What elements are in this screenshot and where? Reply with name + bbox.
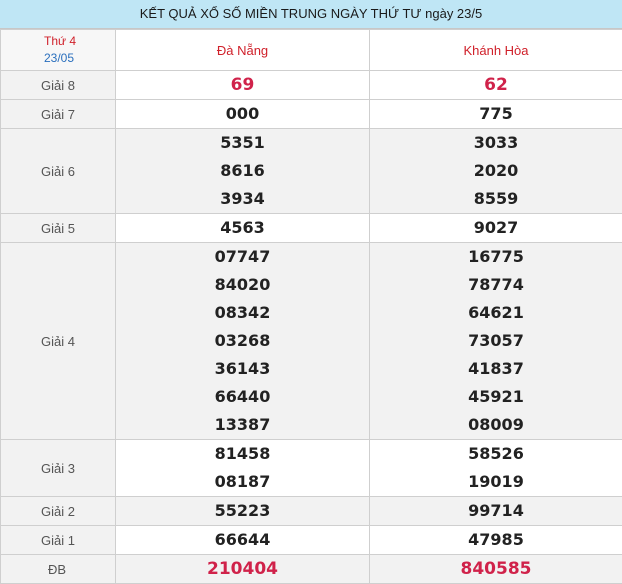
prize-label: Giải 4 [1,243,116,440]
prize-number: 66644 [116,526,369,554]
prize-label: Giải 8 [1,71,116,100]
prize-number: 03268 [116,327,369,355]
prize-row-6: Giải 6 5351 8616 3934 3033 2020 8559 [1,129,622,214]
prize-number: 81458 [116,440,369,468]
prize-label: Giải 1 [1,526,116,555]
prize-label: Giải 6 [1,129,116,214]
prize-number: 19019 [370,468,622,496]
prize-number: 45921 [370,383,622,411]
special-prize-number: 210404 [116,555,369,583]
prize-row-3: Giải 3 81458 08187 58526 19019 [1,440,622,497]
prize-number: 8616 [116,157,369,185]
prize-row-4: Giải 4 07747 84020 08342 03268 36143 664… [1,243,622,440]
day-label: Thứ 4 [44,33,115,50]
prize-row-1: Giải 1 66644 47985 [1,526,622,555]
prize-number: 69 [116,71,369,99]
prize-row-7: Giải 7 000 775 [1,100,622,129]
prize-number: 66440 [116,383,369,411]
prize-number: 000 [116,100,369,128]
prize-number: 58526 [370,440,622,468]
prize-number: 775 [370,100,622,128]
prize-row-8: Giải 8 69 62 [1,71,622,100]
prize-number: 62 [370,71,622,99]
prize-number: 3934 [116,185,369,213]
prize-number: 5351 [116,129,369,157]
prize-number: 2020 [370,157,622,185]
page-title: KẾT QUẢ XỔ SỐ MIỀN TRUNG NGÀY THỨ TƯ ngà… [0,0,622,29]
prize-number: 08009 [370,411,622,439]
prize-number: 08342 [116,299,369,327]
prize-label: Giải 7 [1,100,116,129]
prize-number: 73057 [370,327,622,355]
prize-label: Giải 5 [1,214,116,243]
prize-number: 9027 [370,214,622,242]
prize-number: 99714 [370,497,622,525]
prize-row-special: ĐB 210404 840585 [1,555,622,584]
prize-number: 3033 [370,129,622,157]
prize-row-5: Giải 5 4563 9027 [1,214,622,243]
prize-number: 64621 [370,299,622,327]
prize-label: Giải 3 [1,440,116,497]
prize-number: 36143 [116,355,369,383]
results-table: Thứ 4 23/05 Đà Nẵng Khánh Hòa Giải 8 69 … [0,29,622,584]
prize-number: 13387 [116,411,369,439]
date-cell: Thứ 4 23/05 [1,30,116,71]
prize-number: 16775 [370,243,622,271]
prize-number: 84020 [116,271,369,299]
header-row: Thứ 4 23/05 Đà Nẵng Khánh Hòa [1,30,622,71]
prize-label: Giải 2 [1,497,116,526]
prize-label: ĐB [1,555,116,584]
prize-number: 07747 [116,243,369,271]
prize-number: 4563 [116,214,369,242]
province-da-nang[interactable]: Đà Nẵng [116,30,370,71]
date-label: 23/05 [44,50,115,67]
prize-number: 78774 [370,271,622,299]
prize-number: 55223 [116,497,369,525]
prize-number: 41837 [370,355,622,383]
prize-number: 08187 [116,468,369,496]
special-prize-number: 840585 [370,555,622,583]
prize-number: 8559 [370,185,622,213]
prize-number: 47985 [370,526,622,554]
province-khanh-hoa[interactable]: Khánh Hòa [370,30,622,71]
prize-row-2: Giải 2 55223 99714 [1,497,622,526]
